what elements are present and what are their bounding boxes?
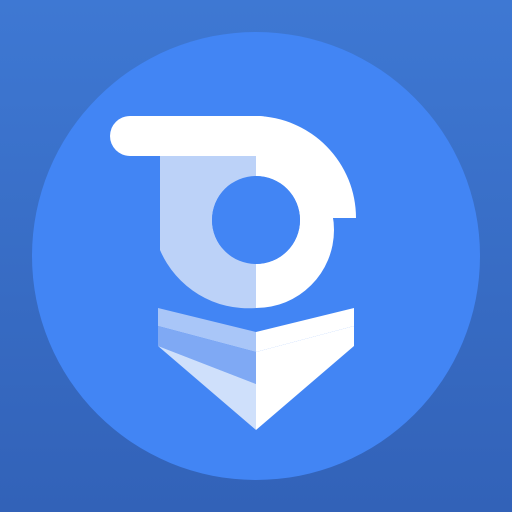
ring-hole <box>212 176 300 264</box>
app-icon-canvas <box>0 0 512 512</box>
app-logo-icon <box>0 0 512 512</box>
